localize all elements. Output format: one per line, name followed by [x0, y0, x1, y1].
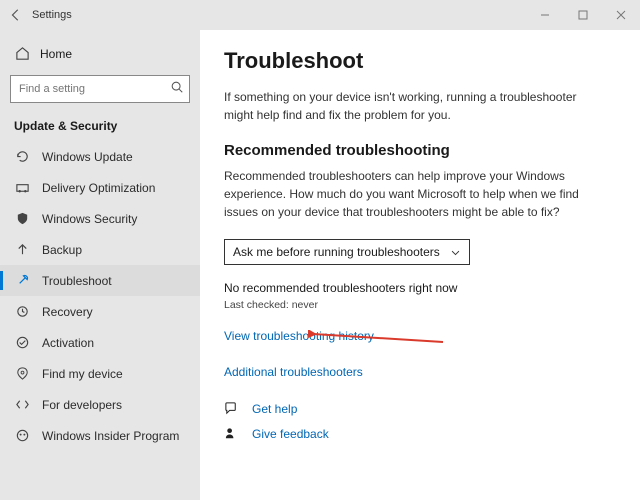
give-feedback-row[interactable]: Give feedback	[224, 426, 616, 441]
category-heading: Update & Security	[0, 113, 200, 141]
give-feedback-link: Give feedback	[252, 427, 329, 441]
location-icon	[14, 366, 30, 381]
nav-find-my-device[interactable]: Find my device	[0, 358, 200, 389]
insider-icon	[14, 428, 30, 443]
search-icon	[170, 80, 184, 94]
feedback-icon	[224, 426, 240, 441]
nav-label: Troubleshoot	[42, 274, 112, 288]
nav-activation[interactable]: Activation	[0, 327, 200, 358]
recovery-icon	[14, 304, 30, 319]
chevron-down-icon	[450, 247, 461, 258]
troubleshoot-preference-dropdown[interactable]: Ask me before running troubleshooters	[224, 239, 470, 265]
nav-label: Windows Security	[42, 212, 137, 226]
sidebar: Home Update & Security Windows Update De…	[0, 30, 200, 500]
nav-recovery[interactable]: Recovery	[0, 296, 200, 327]
help-icon	[224, 401, 240, 416]
get-help-link: Get help	[252, 402, 297, 416]
additional-troubleshooters-link[interactable]: Additional troubleshooters	[224, 365, 616, 379]
nav-label: Windows Insider Program	[42, 429, 179, 443]
sync-icon	[14, 149, 30, 164]
home-button[interactable]: Home	[0, 38, 200, 69]
minimize-button[interactable]	[526, 0, 564, 30]
home-label: Home	[40, 47, 72, 61]
main-content: Troubleshoot If something on your device…	[200, 30, 640, 500]
status-text: No recommended troubleshooters right now	[224, 281, 616, 295]
back-button[interactable]	[0, 8, 32, 22]
troubleshooting-history-link[interactable]: View troubleshooting history	[224, 329, 616, 343]
last-checked-text: Last checked: never	[224, 299, 616, 311]
dropdown-label: Ask me before running troubleshooters	[233, 245, 440, 259]
delivery-icon	[14, 180, 30, 195]
nav-label: Backup	[42, 243, 82, 257]
nav-label: Activation	[42, 336, 94, 350]
home-icon	[14, 46, 30, 61]
nav-windows-security[interactable]: Windows Security	[0, 203, 200, 234]
nav-troubleshoot[interactable]: Troubleshoot	[0, 265, 200, 296]
maximize-button[interactable]	[564, 0, 602, 30]
close-button[interactable]	[602, 0, 640, 30]
search-input[interactable]	[10, 75, 190, 103]
get-help-row[interactable]: Get help	[224, 401, 616, 416]
page-title: Troubleshoot	[224, 48, 616, 74]
recommended-text: Recommended troubleshooters can help imp…	[224, 167, 584, 221]
activation-icon	[14, 335, 30, 350]
nav-label: For developers	[42, 398, 122, 412]
nav-backup[interactable]: Backup	[0, 234, 200, 265]
nav-windows-insider[interactable]: Windows Insider Program	[0, 420, 200, 451]
nav-label: Windows Update	[42, 150, 133, 164]
nav-for-developers[interactable]: For developers	[0, 389, 200, 420]
nav-list: Windows Update Delivery Optimization Win…	[0, 141, 200, 451]
nav-label: Recovery	[42, 305, 93, 319]
nav-label: Find my device	[42, 367, 123, 381]
backup-icon	[14, 242, 30, 257]
recommended-heading: Recommended troubleshooting	[224, 142, 616, 159]
troubleshoot-icon	[14, 273, 30, 288]
nav-label: Delivery Optimization	[42, 181, 155, 195]
nav-windows-update[interactable]: Windows Update	[0, 141, 200, 172]
window-title: Settings	[32, 9, 72, 21]
titlebar: Settings	[0, 0, 640, 30]
shield-icon	[14, 211, 30, 226]
nav-delivery-optimization[interactable]: Delivery Optimization	[0, 172, 200, 203]
developers-icon	[14, 397, 30, 412]
window-controls	[526, 0, 640, 30]
intro-text: If something on your device isn't workin…	[224, 88, 584, 124]
